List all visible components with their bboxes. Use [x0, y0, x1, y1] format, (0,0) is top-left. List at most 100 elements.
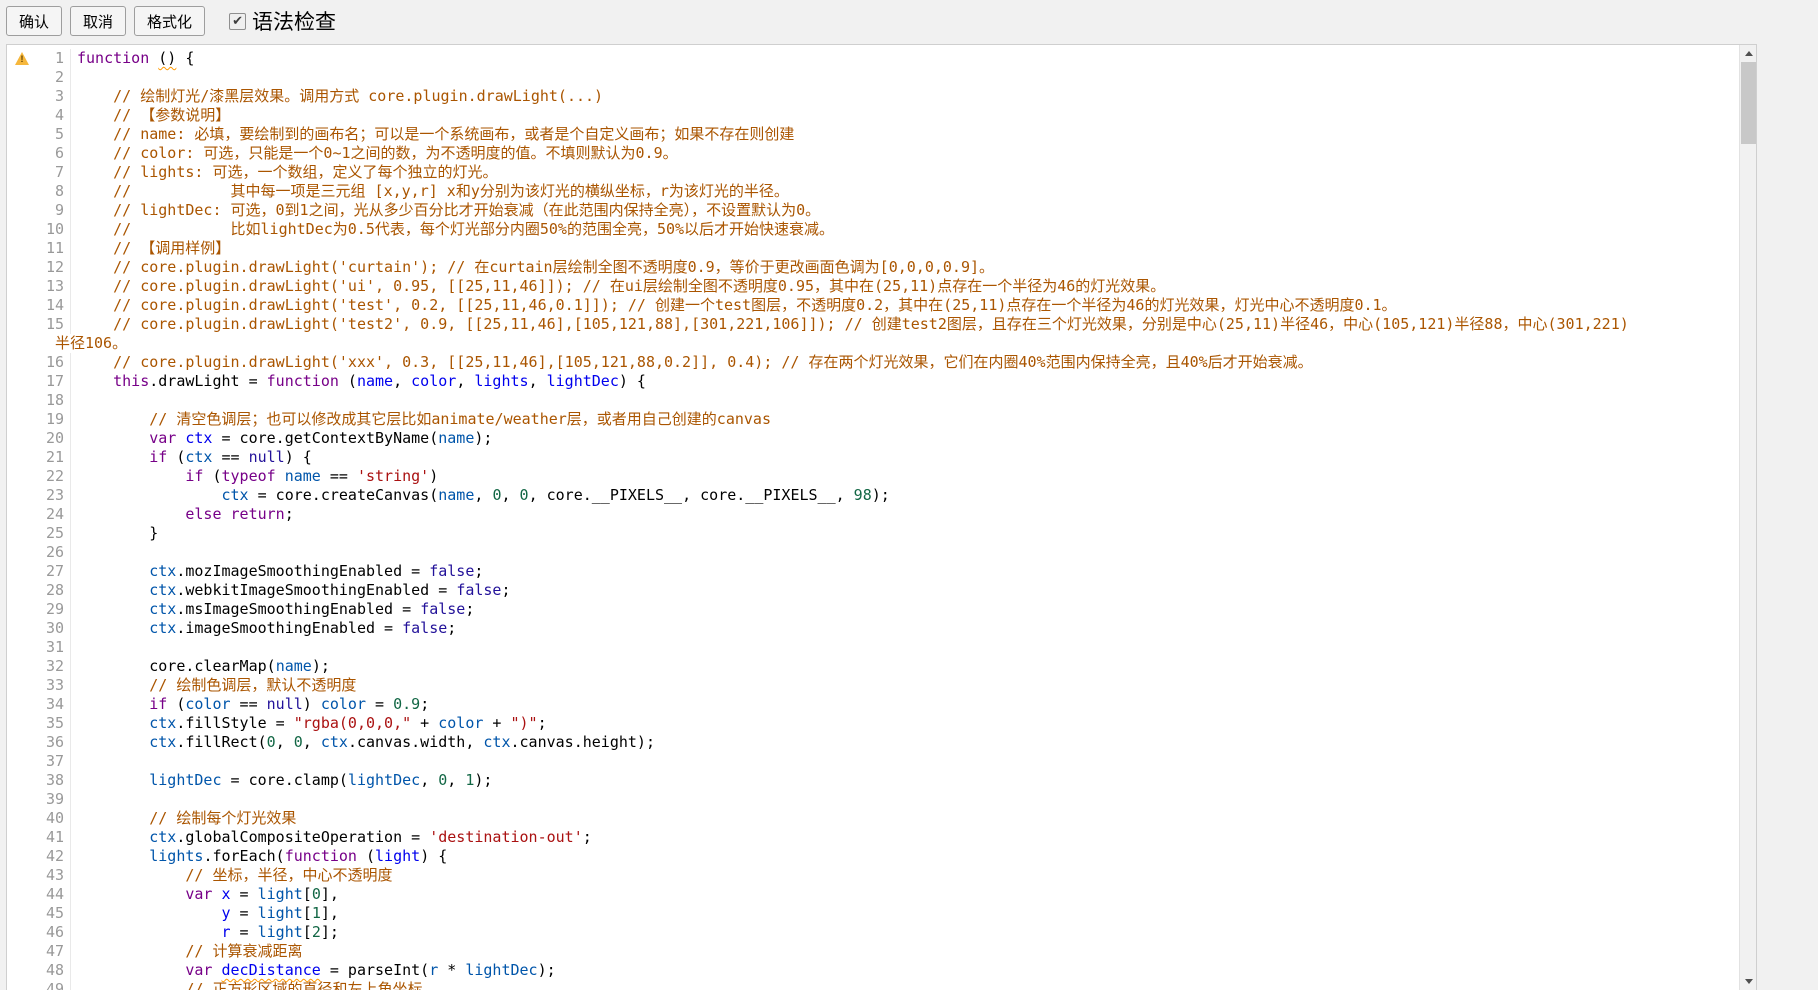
- lint-gutter: [7, 239, 37, 258]
- code-line[interactable]: 43 // 坐标，半径，中心不透明度: [7, 866, 1739, 885]
- code-text: // 其中每一项是三元组 [x,y,r] x和y分别为该灯光的横纵坐标，r为该灯…: [71, 182, 789, 201]
- code-line[interactable]: 23 ctx = core.createCanvas(name, 0, 0, c…: [7, 486, 1739, 505]
- code-line[interactable]: 17 this.drawLight = function (name, colo…: [7, 372, 1739, 391]
- code-lines: 1function () {23 // 绘制灯光/漆黑层效果。调用方式 core…: [7, 45, 1739, 990]
- code-line[interactable]: 37: [7, 752, 1739, 771]
- code-line[interactable]: 14 // core.plugin.drawLight('test', 0.2,…: [7, 296, 1739, 315]
- code-line[interactable]: 33 // 绘制色调层，默认不透明度: [7, 676, 1739, 695]
- code-line[interactable]: 19 // 清空色调层；也可以修改成其它层比如animate/weather层，…: [7, 410, 1739, 429]
- syntax-check-checkbox[interactable]: ✔: [229, 13, 246, 30]
- code-line[interactable]: 42 lights.forEach(function (light) {: [7, 847, 1739, 866]
- code-line[interactable]: 32 core.clearMap(name);: [7, 657, 1739, 676]
- lint-gutter: [7, 258, 37, 277]
- lint-gutter: [7, 923, 37, 942]
- code-line[interactable]: 11 // 【调用样例】: [7, 239, 1739, 258]
- code-text: // 比如lightDec为0.5代表，每个灯光部分内圈50%的范围全亮，50%…: [71, 220, 834, 239]
- editor-scrollbar[interactable]: [1739, 45, 1756, 990]
- code-line[interactable]: 24 else return;: [7, 505, 1739, 524]
- code-line[interactable]: 10 // 比如lightDec为0.5代表，每个灯光部分内圈50%的范围全亮，…: [7, 220, 1739, 239]
- code-line[interactable]: 1function () {: [7, 49, 1739, 68]
- code-line[interactable]: 34 if (color == null) color = 0.9;: [7, 695, 1739, 714]
- code-text: ctx.webkitImageSmoothingEnabled = false;: [71, 581, 511, 600]
- code-line[interactable]: 12 // core.plugin.drawLight('curtain'); …: [7, 258, 1739, 277]
- code-line[interactable]: 29 ctx.msImageSmoothingEnabled = false;: [7, 600, 1739, 619]
- code-line[interactable]: 28 ctx.webkitImageSmoothingEnabled = fal…: [7, 581, 1739, 600]
- code-line[interactable]: 48 var decDistance = parseInt(r * lightD…: [7, 961, 1739, 980]
- code-text: // 【调用样例】: [71, 239, 230, 258]
- code-text: r = light[2];: [71, 923, 339, 942]
- code-text: [71, 752, 77, 771]
- lint-gutter: [7, 505, 37, 524]
- code-line[interactable]: 6 // color: 可选，只能是一个0~1之间的数，为不透明度的值。不填则默…: [7, 144, 1739, 163]
- code-line[interactable]: 46 r = light[2];: [7, 923, 1739, 942]
- arrow-up-icon: [1745, 51, 1753, 56]
- code-line[interactable]: 38 lightDec = core.clamp(lightDec, 0, 1)…: [7, 771, 1739, 790]
- lint-gutter: [7, 68, 37, 87]
- line-number: 39: [37, 790, 71, 809]
- scrollbar-thumb[interactable]: [1741, 62, 1756, 144]
- code-line[interactable]: 25 }: [7, 524, 1739, 543]
- line-number: 6: [37, 144, 71, 163]
- code-line[interactable]: 2: [7, 68, 1739, 87]
- warning-icon: [15, 52, 29, 65]
- code-text: var x = light[0],: [71, 885, 339, 904]
- code-line[interactable]: 7 // lights: 可选，一个数组，定义了每个独立的灯光。: [7, 163, 1739, 182]
- code-line[interactable]: 5 // name: 必填，要绘制到的画布名；可以是一个系统画布，或者是个自定义…: [7, 125, 1739, 144]
- code-line[interactable]: 44 var x = light[0],: [7, 885, 1739, 904]
- code-text: // 清空色调层；也可以修改成其它层比如animate/weather层，或者用…: [71, 410, 771, 429]
- code-line[interactable]: 15 // core.plugin.drawLight('test2', 0.9…: [7, 315, 1739, 334]
- lint-gutter: [7, 809, 37, 828]
- code-line[interactable]: 47 // 计算衰减距离: [7, 942, 1739, 961]
- scroll-down-button[interactable]: [1740, 973, 1757, 990]
- code-line[interactable]: 39: [7, 790, 1739, 809]
- code-line[interactable]: 8 // 其中每一项是三元组 [x,y,r] x和y分别为该灯光的横纵坐标，r为…: [7, 182, 1739, 201]
- lint-gutter: [7, 961, 37, 980]
- code-text: // 【参数说明】: [71, 106, 230, 125]
- line-number: 4: [37, 106, 71, 125]
- line-number: 15: [37, 315, 71, 334]
- line-number: 13: [37, 277, 71, 296]
- format-button[interactable]: 格式化: [134, 6, 205, 36]
- code-line[interactable]: 41 ctx.globalCompositeOperation = 'desti…: [7, 828, 1739, 847]
- cancel-button[interactable]: 取消: [70, 6, 126, 36]
- code-line[interactable]: 30 ctx.imageSmoothingEnabled = false;: [7, 619, 1739, 638]
- code-text: // core.plugin.drawLight('xxx', 0.3, [[2…: [71, 353, 1313, 372]
- lint-gutter: [7, 524, 37, 543]
- scroll-up-button[interactable]: [1740, 45, 1757, 62]
- code-line[interactable]: 13 // core.plugin.drawLight('ui', 0.95, …: [7, 277, 1739, 296]
- code-line[interactable]: 20 var ctx = core.getContextByName(name)…: [7, 429, 1739, 448]
- line-number: 42: [37, 847, 71, 866]
- code-text: if (typeof name == 'string'): [71, 467, 438, 486]
- line-number: 32: [37, 657, 71, 676]
- code-line[interactable]: 16 // core.plugin.drawLight('xxx', 0.3, …: [7, 353, 1739, 372]
- code-line[interactable]: 36 ctx.fillRect(0, 0, ctx.canvas.width, …: [7, 733, 1739, 752]
- lint-gutter: [7, 562, 37, 581]
- code-line[interactable]: 31: [7, 638, 1739, 657]
- line-number: 45: [37, 904, 71, 923]
- lint-gutter: [7, 619, 37, 638]
- lint-gutter: [7, 353, 37, 372]
- code-line[interactable]: 49 // 正方形区域的直径和左上角坐标: [7, 980, 1739, 990]
- code-editor[interactable]: 1function () {23 // 绘制灯光/漆黑层效果。调用方式 core…: [6, 44, 1757, 990]
- code-text: if (color == null) color = 0.9;: [71, 695, 429, 714]
- code-text: [71, 68, 77, 87]
- line-number: 12: [37, 258, 71, 277]
- code-line[interactable]: 45 y = light[1],: [7, 904, 1739, 923]
- confirm-button[interactable]: 确认: [6, 6, 62, 36]
- line-number: 41: [37, 828, 71, 847]
- code-text: // core.plugin.drawLight('test2', 0.9, […: [71, 315, 1629, 334]
- lint-gutter: [7, 733, 37, 752]
- line-number: 38: [37, 771, 71, 790]
- code-line[interactable]: 半径106。: [7, 334, 1739, 353]
- lint-gutter: [7, 277, 37, 296]
- code-line[interactable]: 21 if (ctx == null) {: [7, 448, 1739, 467]
- code-line[interactable]: 4 // 【参数说明】: [7, 106, 1739, 125]
- code-line[interactable]: 40 // 绘制每个灯光效果: [7, 809, 1739, 828]
- code-line[interactable]: 35 ctx.fillStyle = "rgba(0,0,0," + color…: [7, 714, 1739, 733]
- code-line[interactable]: 9 // lightDec: 可选，0到1之间，光从多少百分比才开始衰减（在此范…: [7, 201, 1739, 220]
- code-line[interactable]: 3 // 绘制灯光/漆黑层效果。调用方式 core.plugin.drawLig…: [7, 87, 1739, 106]
- code-line[interactable]: 27 ctx.mozImageSmoothingEnabled = false;: [7, 562, 1739, 581]
- code-line[interactable]: 22 if (typeof name == 'string'): [7, 467, 1739, 486]
- code-line[interactable]: 26: [7, 543, 1739, 562]
- code-line[interactable]: 18: [7, 391, 1739, 410]
